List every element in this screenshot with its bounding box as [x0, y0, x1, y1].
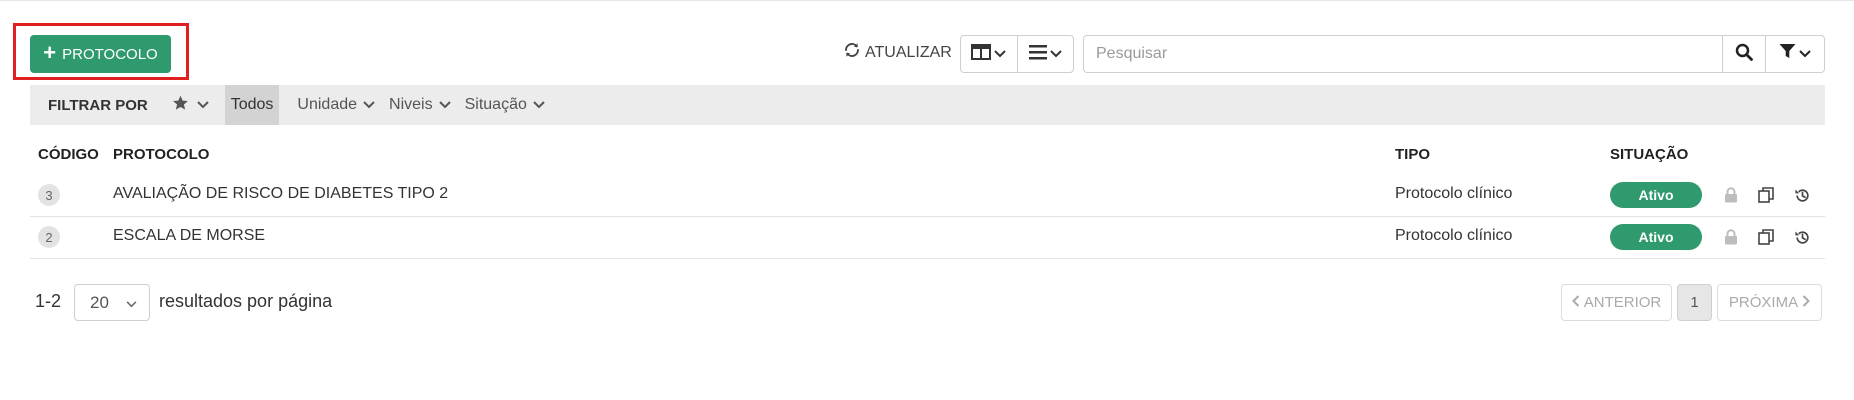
previous-page-button[interactable]: ANTERIOR	[1561, 284, 1672, 321]
status-badge: Ativo	[1610, 182, 1702, 208]
filter-unit-label: Unidade	[297, 96, 358, 113]
previous-page-label: ANTERIOR	[1583, 294, 1662, 311]
density-toggle-button[interactable]	[1016, 36, 1074, 72]
next-page-label: PRÓXIMA	[1728, 294, 1799, 311]
chevron-down-icon	[197, 96, 209, 114]
chevron-down-icon	[1799, 45, 1811, 63]
protocol-type: Protocolo clínico	[1395, 185, 1513, 202]
protocol-type: Protocolo clínico	[1395, 227, 1513, 244]
filter-unit-dropdown[interactable]: Unidade	[297, 96, 375, 114]
column-header-status[interactable]: SITUAÇÃO	[1610, 146, 1688, 163]
history-icon[interactable]	[1793, 228, 1811, 246]
filter-levels-dropdown[interactable]: Niveis	[389, 96, 451, 114]
chevron-down-icon	[533, 96, 545, 114]
table-header: CÓDIGO PROTOCOLO TIPO SITUAÇÃO	[30, 140, 1825, 170]
chevron-down-icon	[994, 45, 1006, 63]
filter-bar: FILTRAR POR Todos Unidade Niveis Situaçã…	[30, 85, 1825, 125]
filter-by-label: FILTRAR POR	[48, 96, 148, 114]
refresh-label: ATUALIZAR	[865, 43, 952, 61]
per-page-select[interactable]: 20	[74, 284, 150, 321]
duplicate-icon[interactable]	[1757, 186, 1775, 204]
refresh-button[interactable]: ATUALIZAR	[843, 41, 952, 64]
search-bar	[1083, 35, 1825, 73]
chevron-down-icon	[363, 96, 375, 114]
filter-status-label: Situação	[464, 96, 527, 113]
favorite-filters-dropdown[interactable]	[172, 95, 209, 116]
view-options-group	[960, 35, 1074, 73]
chevron-down-icon	[1050, 45, 1062, 63]
lock-icon[interactable]	[1722, 186, 1740, 204]
filter-levels-label: Niveis	[389, 96, 433, 113]
search-button[interactable]	[1722, 36, 1765, 72]
code-badge: 2	[38, 226, 60, 248]
per-page-value: 20	[90, 292, 109, 312]
filter-chip-all[interactable]: Todos	[224, 85, 280, 125]
chevron-down-icon	[438, 96, 451, 114]
search-icon	[1735, 43, 1753, 66]
add-protocol-button[interactable]: + PROTOCOLO	[30, 35, 171, 73]
table-row[interactable]: 3 AVALIAÇÃO DE RISCO DE DIABETES TIPO 2 …	[30, 174, 1825, 217]
chevron-right-icon	[1802, 294, 1811, 311]
filter-icon	[1779, 43, 1796, 65]
star-icon	[172, 95, 189, 116]
table-row[interactable]: 2 ESCALA DE MORSE Protocolo clínico Ativ…	[30, 216, 1825, 259]
columns-icon	[971, 43, 992, 65]
columns-toggle-button[interactable]	[961, 36, 1017, 72]
next-page-button[interactable]: PRÓXIMA	[1717, 284, 1822, 321]
search-input[interactable]	[1084, 36, 1722, 72]
refresh-icon	[843, 41, 861, 64]
column-header-protocol[interactable]: PROTOCOLO	[113, 146, 209, 163]
status-badge: Ativo	[1610, 224, 1702, 250]
code-badge: 3	[38, 184, 60, 206]
lock-icon[interactable]	[1722, 228, 1740, 246]
page-number-current[interactable]: 1	[1677, 284, 1712, 321]
results-range: 1-2	[35, 291, 62, 311]
history-icon[interactable]	[1793, 186, 1811, 204]
per-page-label: resultados por página	[159, 291, 333, 311]
advanced-filter-button[interactable]	[1765, 36, 1824, 72]
filter-status-dropdown[interactable]: Situação	[465, 96, 545, 114]
chevron-down-icon	[126, 293, 137, 313]
column-header-code[interactable]: CÓDIGO	[38, 146, 99, 163]
protocol-name[interactable]: ESCALA DE MORSE	[113, 227, 265, 245]
plus-icon: +	[43, 40, 57, 65]
protocol-name[interactable]: AVALIAÇÃO DE RISCO DE DIABETES TIPO 2	[113, 185, 448, 203]
duplicate-icon[interactable]	[1757, 228, 1775, 246]
column-header-type[interactable]: TIPO	[1395, 146, 1430, 163]
chevron-left-icon	[1571, 294, 1580, 311]
top-divider	[0, 0, 1854, 1]
add-protocol-label: PROTOCOLO	[62, 45, 158, 63]
list-icon	[1028, 44, 1047, 65]
